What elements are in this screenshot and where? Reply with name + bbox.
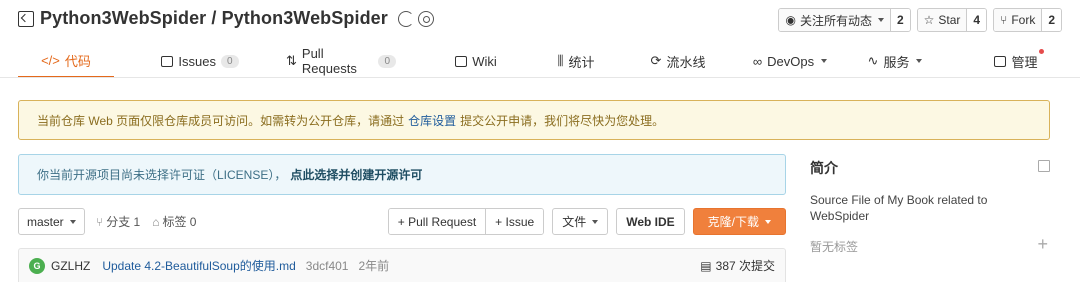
issues-count-badge: 0	[221, 54, 239, 68]
chevron-down-icon	[592, 219, 599, 224]
tab-pull-requests[interactable]: ⇅ Pull Requests 0	[286, 44, 396, 78]
tab-code[interactable]: </> 代码	[18, 44, 114, 78]
pull-requests-count-badge: 0	[378, 54, 396, 68]
sidebar: 简介 Source File of My Book related to Web…	[810, 158, 1050, 254]
chevron-down-icon	[765, 219, 771, 224]
repo-toolbar: master ⑂ 分支 1 ⌂ 标签 0 + Pull Request + Issu…	[18, 208, 786, 236]
eye-icon: ◉	[785, 13, 796, 27]
latest-commit-row: G GZLHZ Update 4.2-BeautifulSoup的使用.md 3…	[18, 248, 786, 282]
repo-settings-link[interactable]: 仓库设置	[408, 112, 456, 129]
star-icon: ☆	[923, 13, 935, 27]
tab-label: 代码	[64, 53, 91, 69]
chevron-down-icon	[69, 219, 76, 224]
settings-icon	[994, 55, 1007, 67]
tabs-divider	[0, 77, 1080, 78]
tab-services[interactable]: ∿ 服务	[820, 44, 970, 78]
tab-label: 服务	[883, 54, 910, 70]
tab-label: Pull Requests	[301, 46, 357, 76]
star-label: Star	[938, 13, 961, 27]
watch-count[interactable]: 2	[889, 9, 910, 31]
star-button[interactable]: ☆ Star 4	[916, 8, 988, 32]
add-tag-icon[interactable]: +	[1037, 234, 1048, 255]
repo-icon	[18, 10, 34, 27]
tab-pipeline[interactable]: ⟳ 流水线	[596, 44, 760, 78]
clone-label: 克隆/下载	[707, 215, 759, 229]
repo-title[interactable]: Python3WebSpider / Python3WebSpider	[40, 8, 388, 29]
tab-issues[interactable]: Issues 0	[114, 44, 286, 78]
tab-label: 统计	[568, 54, 595, 70]
notice-text-tail: 提交公开申请，我们将尽快为您处理。	[460, 113, 665, 128]
tab-label: DevOps	[767, 53, 815, 69]
avatar[interactable]: G	[29, 257, 45, 274]
tab-label: Issues	[178, 53, 216, 69]
issues-icon	[161, 55, 174, 67]
clone-download-button[interactable]: 克隆/下载	[692, 208, 786, 235]
tab-stats[interactable]: ⫼ 统计	[556, 44, 596, 78]
create-group: + Pull Request + Issue	[387, 208, 545, 235]
license-notice: 你当前开源项目尚未选择许可证（LICENSE）， 点此选择并创建开源许可	[18, 154, 786, 195]
pull-request-icon: ⇅	[286, 53, 297, 68]
notice-text: 当前仓库 Web 页面仅限仓库成员可访问。如需转为公开仓库，请通过	[37, 113, 405, 128]
tab-label: 管理	[1011, 48, 1044, 71]
commit-author[interactable]: GZLHZ	[51, 259, 90, 273]
tab-label: 流水线	[666, 54, 706, 70]
branch-select[interactable]: master	[18, 208, 85, 235]
repo-actions: ◉ 关注所有动态 2 ☆ Star 4 ⑂ Fork 2	[778, 8, 1062, 32]
commit-count-link[interactable]: ▤ 387 次提交	[700, 249, 775, 282]
recommend-badge-icon[interactable]	[417, 10, 434, 27]
watch-label: 关注所有动态	[799, 13, 872, 28]
commit-sha[interactable]: 3dcf401	[306, 259, 349, 273]
new-pull-request-button[interactable]: + Pull Request	[388, 209, 486, 234]
tags-empty-label: 暂无标签	[810, 240, 859, 254]
sidebar-title: 简介	[810, 160, 838, 176]
files-label: 文件	[562, 215, 587, 229]
tags-label: 标签 0	[162, 215, 197, 229]
infinity-icon: ∞	[752, 53, 763, 69]
repo-header: Python3WebSpider / Python3WebSpider ◉ 关注所…	[18, 8, 1062, 34]
sync-icon[interactable]	[397, 10, 414, 27]
tab-devops[interactable]: ∞ DevOps	[753, 44, 828, 78]
star-count[interactable]: 4	[966, 9, 987, 31]
fork-count[interactable]: 2	[1041, 9, 1061, 31]
commit-time: 2年前	[358, 259, 390, 273]
commit-count: 387 次提交	[715, 259, 775, 273]
edit-icon[interactable]	[1038, 160, 1050, 172]
chevron-down-icon	[916, 59, 923, 63]
branch-name: master	[27, 214, 64, 229]
web-ide-button[interactable]: Web IDE	[616, 208, 685, 235]
branch-tag-meta: ⑂ 分支 1 ⌂ 标签 0	[96, 208, 196, 235]
license-text: 你当前开源项目尚未选择许可证（LICENSE），	[37, 168, 287, 182]
watch-button[interactable]: ◉ 关注所有动态 2	[778, 8, 911, 32]
new-issue-button[interactable]: + Issue	[485, 209, 544, 234]
tags-link[interactable]: ⌂ 标签 0	[152, 213, 196, 230]
files-dropdown[interactable]: 文件	[552, 208, 609, 235]
branches-label: 分支 1	[106, 215, 141, 229]
chart-icon: ⫼	[557, 53, 564, 68]
tag-icon: ⌂	[152, 215, 160, 229]
commits-icon: ▤	[700, 258, 712, 273]
pulse-icon: ∿	[867, 53, 879, 68]
branches-link[interactable]: ⑂ 分支 1	[96, 213, 140, 230]
tab-manage[interactable]: 管理	[970, 44, 1062, 78]
repo-title-block: Python3WebSpider / Python3WebSpider	[18, 8, 434, 29]
create-license-link[interactable]: 点此选择并创建开源许可	[290, 166, 422, 183]
repo-tabs: </> 代码 Issues 0 ⇅ Pull Requests 0 Wiki ⫼ 统计 ⟳…	[18, 44, 1062, 78]
fork-label: Fork	[1011, 13, 1036, 27]
repo-description: Source File of My Book related to WebSpi…	[810, 193, 988, 223]
pipeline-icon: ⟳	[650, 53, 662, 68]
tab-wiki[interactable]: Wiki	[396, 44, 556, 78]
wiki-icon	[455, 55, 468, 67]
fork-button[interactable]: ⑂ Fork 2	[993, 8, 1062, 32]
branch-icon: ⑂	[96, 215, 104, 229]
code-icon: </>	[41, 52, 60, 68]
toolbar-actions: + Pull Request + Issue 文件 Web IDE 克隆/下载	[387, 208, 786, 235]
chevron-down-icon	[877, 18, 884, 22]
tab-label: Wiki	[472, 53, 497, 69]
commit-message-link[interactable]: Update 4.2-BeautifulSoup的使用.md	[102, 257, 295, 274]
fork-icon: ⑂	[1000, 13, 1008, 27]
private-repo-notice: 当前仓库 Web 页面仅限仓库成员可访问。如需转为公开仓库，请通过 仓库设置 提…	[18, 100, 1050, 140]
